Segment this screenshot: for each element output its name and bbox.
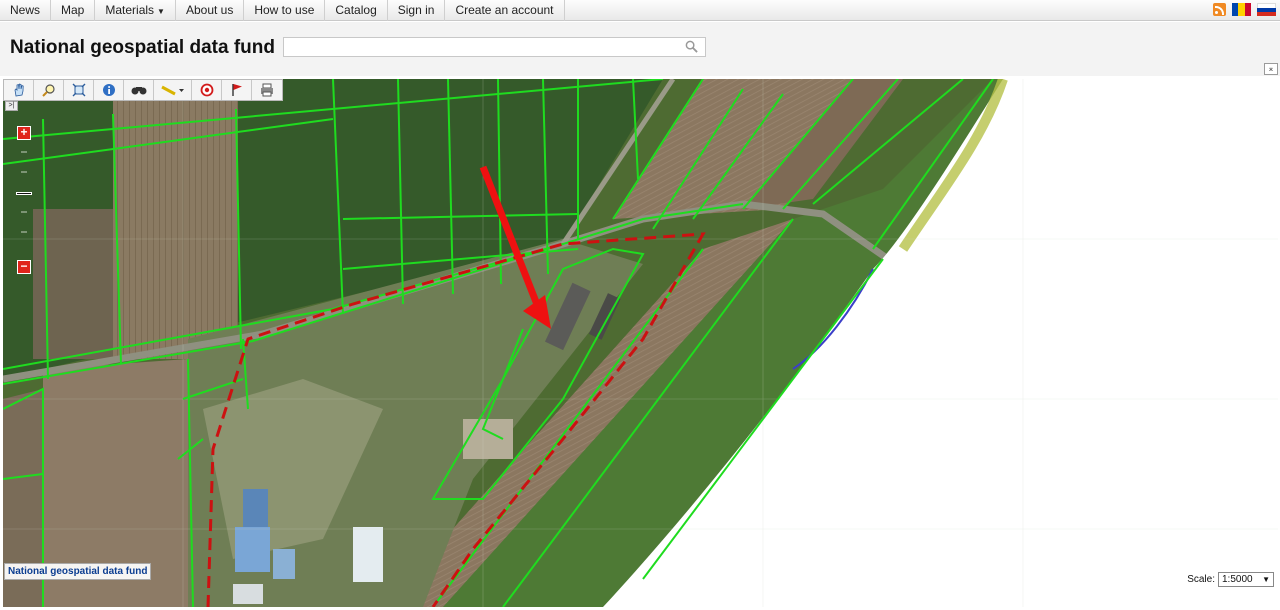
zoom-extent-icon[interactable] [64, 80, 94, 100]
pan-tool-icon[interactable] [4, 80, 34, 100]
zoom-slider-track[interactable] [20, 142, 28, 258]
scale-control: Scale: 1:5000 ▼ [1187, 572, 1274, 587]
chevron-down-icon: ▼ [1262, 575, 1270, 584]
zoom-out-button[interactable]: − [17, 260, 31, 274]
nav-create-account[interactable]: Create an account [445, 0, 565, 21]
map-viewport[interactable]: >| + − National geospatial data fund Sca… [3, 79, 1278, 607]
page-title: National geospatial data fund [10, 37, 275, 58]
print-icon[interactable] [252, 80, 282, 100]
chevron-down-icon: ▼ [157, 7, 165, 16]
scale-label: Scale: [1187, 574, 1215, 585]
nav-list: News Map Materials ▼ About us How to use … [0, 0, 1280, 21]
collapse-up-icon[interactable]: ⌅ [1264, 63, 1278, 75]
map-toolbar [3, 79, 283, 101]
zoom-slider-handle[interactable] [16, 192, 32, 195]
search-input[interactable] [284, 38, 674, 56]
top-navigation-bar: News Map Materials ▼ About us How to use … [0, 0, 1280, 21]
search-box [283, 37, 706, 57]
nav-about-us[interactable]: About us [176, 0, 245, 21]
flag-icon[interactable] [222, 80, 252, 100]
map-attribution: National geospatial data fund [4, 563, 152, 580]
rss-icon[interactable] [1213, 3, 1226, 16]
scale-value: 1:5000 [1222, 574, 1253, 585]
identify-icon[interactable] [94, 80, 124, 100]
nav-how-to-use[interactable]: How to use [244, 0, 326, 21]
layer-panel-toggle[interactable]: >| [5, 101, 18, 111]
zoom-box-icon[interactable] [34, 80, 64, 100]
aerial-imagery [3, 79, 1278, 607]
locate-icon[interactable] [192, 80, 222, 100]
nav-icons [1213, 3, 1276, 16]
find-icon[interactable] [124, 80, 154, 100]
search-icon[interactable] [685, 40, 698, 53]
zoom-in-button[interactable]: + [17, 126, 31, 140]
nav-catalog[interactable]: Catalog [325, 0, 388, 21]
page-header: National geospatial data fund ⌅ [0, 22, 1280, 76]
nav-sign-in[interactable]: Sign in [388, 0, 446, 21]
nav-map[interactable]: Map [51, 0, 96, 21]
flag-russia-icon[interactable] [1257, 3, 1276, 16]
nav-materials[interactable]: Materials ▼ [95, 0, 176, 21]
nav-news[interactable]: News [0, 0, 52, 21]
measure-icon[interactable] [154, 80, 192, 100]
nav-materials-label: Materials [105, 3, 155, 17]
scale-select[interactable]: 1:5000 ▼ [1218, 572, 1274, 587]
flag-moldova-icon[interactable] [1232, 3, 1251, 16]
